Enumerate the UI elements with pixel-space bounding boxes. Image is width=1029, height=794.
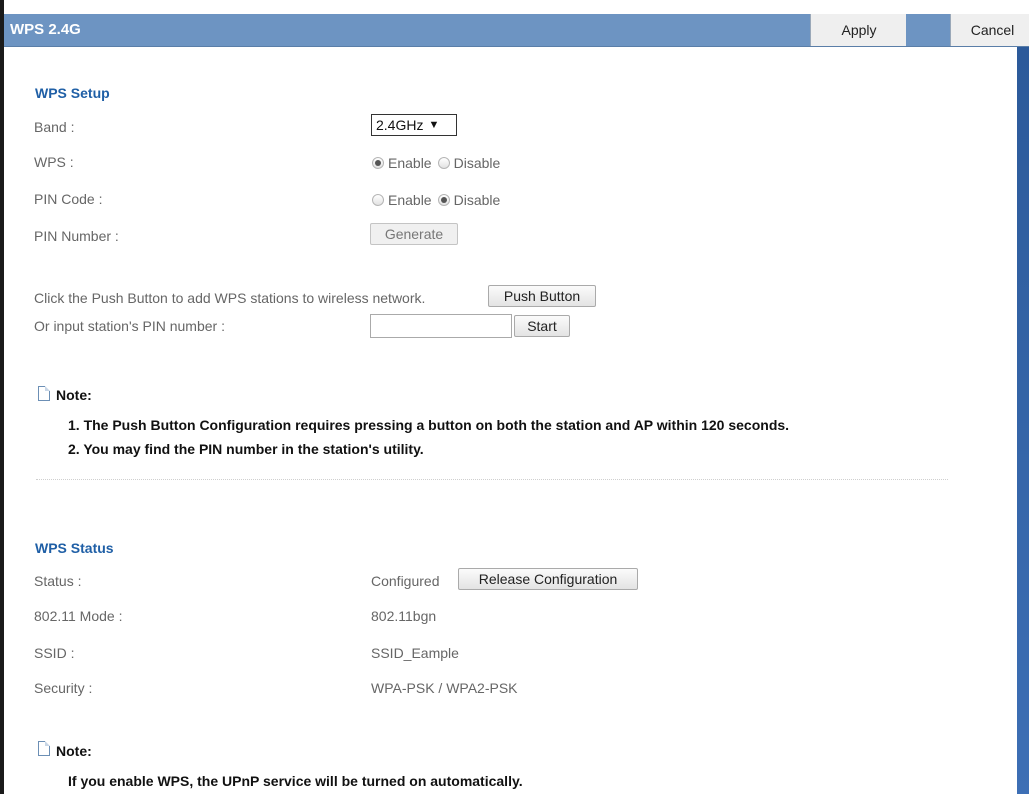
pin-enable-label: Enable — [388, 192, 432, 208]
status-value: Configured — [371, 573, 440, 589]
cancel-button[interactable]: Cancel — [950, 14, 1029, 46]
status-label: Status : — [34, 573, 82, 589]
page-title: WPS 2.4G — [10, 21, 81, 38]
note-line-1: 1. The Push Button Configuration require… — [68, 417, 790, 433]
station-pin-input[interactable] — [370, 314, 512, 338]
pin-disable-label: Disable — [453, 192, 501, 208]
chevron-down-icon: ▼ — [428, 119, 440, 131]
band-select-value: 2.4GHz — [376, 117, 424, 133]
band-label: Band : — [34, 119, 75, 135]
wps-setup-heading: WPS Setup — [35, 85, 110, 101]
document-icon — [38, 386, 50, 401]
note-heading: Note: — [56, 387, 92, 403]
mode-label: 802.11 Mode : — [34, 608, 123, 624]
note-line-2: 2. You may find the PIN number in the st… — [68, 441, 424, 457]
station-pin-label: Or input station's PIN number : — [34, 318, 225, 334]
note-heading-2: Note: — [56, 743, 92, 759]
apply-button[interactable]: Apply — [810, 14, 907, 46]
band-select[interactable]: 2.4GHz ▼ — [371, 114, 457, 136]
window-top-edge — [0, 0, 1029, 14]
section-divider — [36, 479, 948, 480]
ssid-label: SSID : — [34, 645, 75, 661]
wps-disable-radio[interactable] — [437, 157, 450, 169]
push-button-instruction: Click the Push Button to add WPS station… — [34, 290, 426, 306]
push-button[interactable]: Push Button — [488, 285, 596, 307]
pin-disable-radio[interactable] — [437, 194, 450, 206]
wps-label: WPS : — [34, 154, 74, 170]
pin-code-radio-group: Enable Disable — [372, 192, 506, 208]
main-content: WPS Setup Band : 2.4GHz ▼ WPS : Enable D… — [4, 47, 1017, 794]
wps-status-heading: WPS Status — [35, 540, 114, 556]
mode-value: 802.11bgn — [371, 608, 437, 624]
pin-code-label: PIN Code : — [34, 191, 103, 207]
pin-number-label: PIN Number : — [34, 228, 119, 244]
pin-enable-radio[interactable] — [372, 194, 384, 206]
vertical-scrollbar[interactable] — [1017, 47, 1029, 794]
wps-enable-label: Enable — [388, 155, 432, 171]
wps-disable-label: Disable — [453, 155, 501, 171]
security-value: WPA-PSK / WPA2-PSK — [371, 680, 518, 696]
ssid-value: SSID_Eample — [371, 645, 459, 661]
note-line-upnp: If you enable WPS, the UPnP service will… — [68, 773, 523, 789]
document-icon — [38, 741, 50, 756]
start-button[interactable]: Start — [514, 315, 570, 337]
wps-radio-group: Enable Disable — [372, 155, 506, 171]
generate-button[interactable]: Generate — [370, 223, 458, 245]
release-configuration-button[interactable]: Release Configuration — [458, 568, 638, 590]
security-label: Security : — [34, 680, 93, 696]
page-header: WPS 2.4G Apply Cancel — [4, 14, 1029, 47]
header-spacer — [906, 14, 950, 46]
wps-enable-radio[interactable] — [372, 157, 384, 169]
